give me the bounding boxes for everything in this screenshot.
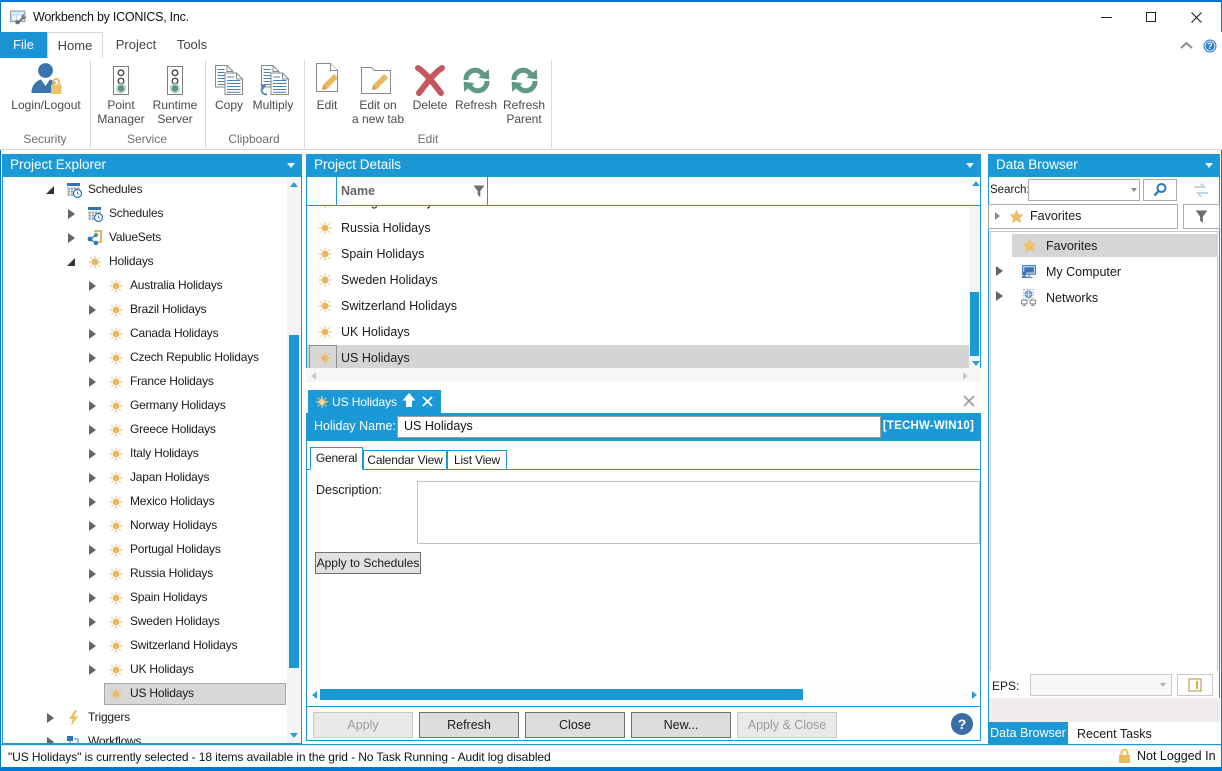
svg-text:?: ?: [958, 716, 967, 732]
svg-text:?: ?: [1207, 41, 1213, 51]
